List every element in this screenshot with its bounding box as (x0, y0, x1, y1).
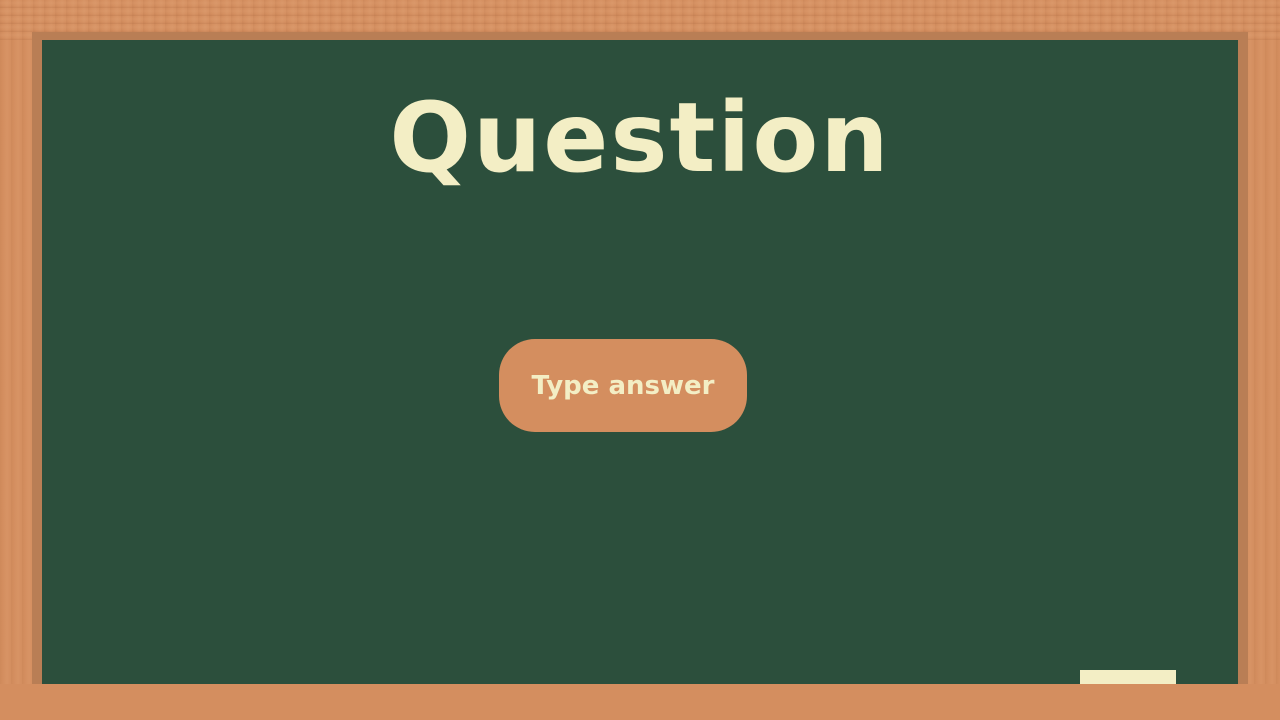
type-answer-button[interactable]: Type answer (499, 339, 747, 432)
wooden-frame: Question Type answer (0, 0, 1280, 720)
chalk-piece (1080, 670, 1176, 684)
chalk-ledge (0, 684, 1280, 720)
type-answer-button-label: Type answer (531, 370, 715, 401)
question-title: Question (389, 82, 891, 194)
